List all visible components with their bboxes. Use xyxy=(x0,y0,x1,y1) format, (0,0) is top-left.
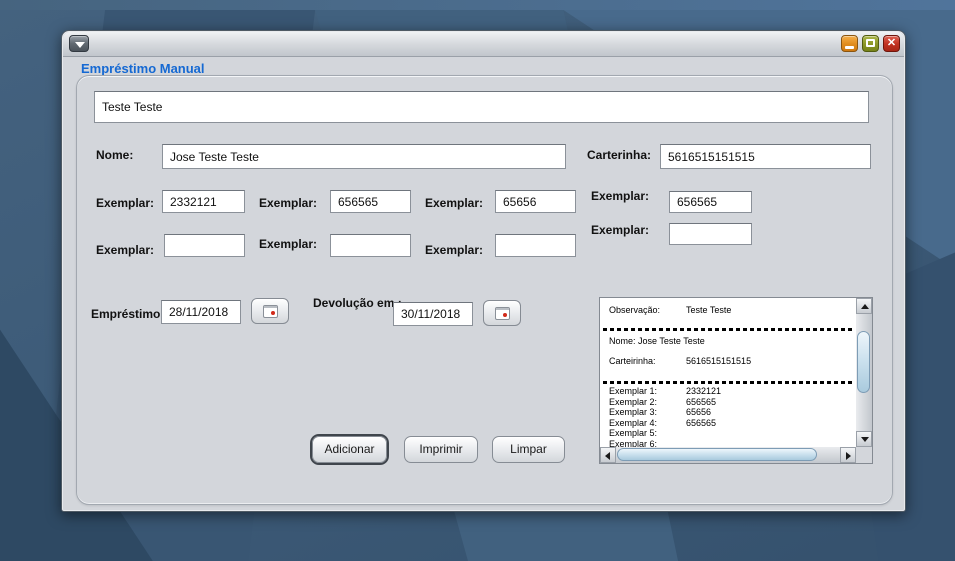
nome-input[interactable] xyxy=(162,144,566,169)
page-title: Empréstimo Manual xyxy=(81,61,205,76)
exemplar-label-2: Exemplar: xyxy=(259,196,317,210)
preview-exemplar-row: Exemplar 4: xyxy=(609,418,657,428)
preview-exemplar-value: 656565 xyxy=(686,418,716,428)
calendar-dot-icon xyxy=(271,311,275,315)
window-titlebar[interactable]: ✕ xyxy=(63,32,904,57)
calendar-icon xyxy=(495,307,510,320)
calendar-icon xyxy=(263,305,278,318)
desktop-facet xyxy=(0,0,955,10)
imprimir-button[interactable]: Imprimir xyxy=(404,436,478,463)
preview-divider xyxy=(603,328,855,331)
calendar-dot-icon xyxy=(503,313,507,317)
scroll-right-button[interactable] xyxy=(840,447,856,463)
carterinha-input[interactable] xyxy=(660,144,871,169)
exemplar-input-1[interactable] xyxy=(162,190,245,213)
exemplar-input-8[interactable] xyxy=(669,223,752,245)
window-menu-button[interactable] xyxy=(69,35,89,52)
exemplar-label-6: Exemplar: xyxy=(259,237,317,251)
exemplar-label-4: Exemplar: xyxy=(591,189,649,203)
preview-nome-line: Nome: Jose Teste Teste xyxy=(609,336,705,346)
emprestimo-date-input[interactable] xyxy=(161,300,241,324)
exemplar-label-7: Exemplar: xyxy=(425,243,483,257)
arrow-right-icon xyxy=(846,452,851,460)
emprestimo-calendar-button[interactable] xyxy=(251,298,289,324)
preview-exemplar-row: Exemplar 1: xyxy=(609,386,657,396)
adicionar-button[interactable]: Adicionar xyxy=(312,436,387,463)
nome-label: Nome: xyxy=(96,148,133,162)
arrow-up-icon xyxy=(861,304,869,309)
devolucao-calendar-button[interactable] xyxy=(483,300,521,326)
preview-exemplar-row: Exemplar 2: xyxy=(609,397,657,407)
exemplar-input-4[interactable] xyxy=(669,191,752,213)
close-button[interactable]: ✕ xyxy=(883,35,900,52)
preview-exemplar-row: Exemplar 6: xyxy=(609,439,657,447)
scroll-left-button[interactable] xyxy=(600,447,616,463)
arrow-left-icon xyxy=(605,452,610,460)
preview-exemplar-value: 656565 xyxy=(686,397,716,407)
horizontal-scrollbar[interactable] xyxy=(600,447,856,463)
desktop-background: ✕ Empréstimo Manual Nome: Carterinha: Ex… xyxy=(0,0,955,561)
exemplar-input-3[interactable] xyxy=(495,190,576,213)
receipt-preview-content: Observação: Teste Teste Nome: Jose Teste… xyxy=(600,298,856,447)
vertical-scrollbar[interactable] xyxy=(856,298,872,447)
arrow-down-icon xyxy=(861,437,869,442)
close-icon: ✕ xyxy=(887,37,896,49)
preview-divider xyxy=(603,381,855,384)
maximize-button[interactable] xyxy=(862,35,879,52)
observacao-input[interactable] xyxy=(94,91,869,123)
carterinha-label: Carterinha: xyxy=(587,148,651,162)
receipt-preview-panel: Observação: Teste Teste Nome: Jose Teste… xyxy=(599,297,873,464)
exemplar-input-6[interactable] xyxy=(330,234,411,257)
scrollbar-corner xyxy=(856,447,872,463)
exemplar-input-7[interactable] xyxy=(495,234,576,257)
scroll-up-button[interactable] xyxy=(856,298,872,314)
horizontal-scrollbar-thumb[interactable] xyxy=(617,448,817,461)
preview-exemplar-value: 2332121 xyxy=(686,386,721,396)
preview-exemplar-row: Exemplar 5: xyxy=(609,428,657,438)
preview-carteirinha-value: 5616515151515 xyxy=(686,356,751,366)
limpar-button[interactable]: Limpar xyxy=(492,436,565,463)
exemplar-input-5[interactable] xyxy=(164,234,245,257)
maximize-icon xyxy=(866,39,875,47)
app-window: ✕ Empréstimo Manual Nome: Carterinha: Ex… xyxy=(61,30,906,512)
exemplar-input-2[interactable] xyxy=(330,190,411,213)
exemplar-label-1: Exemplar: xyxy=(96,196,154,210)
devolucao-em-label: Devolução em : xyxy=(313,296,402,310)
preview-carteirinha-label: Carteirinha: xyxy=(609,356,656,366)
devolucao-date-input[interactable] xyxy=(393,302,473,326)
exemplar-label-8: Exemplar: xyxy=(591,223,649,237)
preview-observacao-value: Teste Teste xyxy=(686,305,731,315)
minimize-icon xyxy=(845,46,854,49)
preview-exemplar-row: Exemplar 3: xyxy=(609,407,657,417)
exemplar-label-3: Exemplar: xyxy=(425,196,483,210)
vertical-scrollbar-thumb[interactable] xyxy=(857,331,870,393)
scroll-down-button[interactable] xyxy=(856,431,872,447)
exemplar-label-5: Exemplar: xyxy=(96,243,154,257)
preview-exemplar-value: 65656 xyxy=(686,407,711,417)
minimize-button[interactable] xyxy=(841,35,858,52)
preview-observacao-label: Observação: xyxy=(609,305,660,315)
chevron-down-icon xyxy=(75,42,85,48)
